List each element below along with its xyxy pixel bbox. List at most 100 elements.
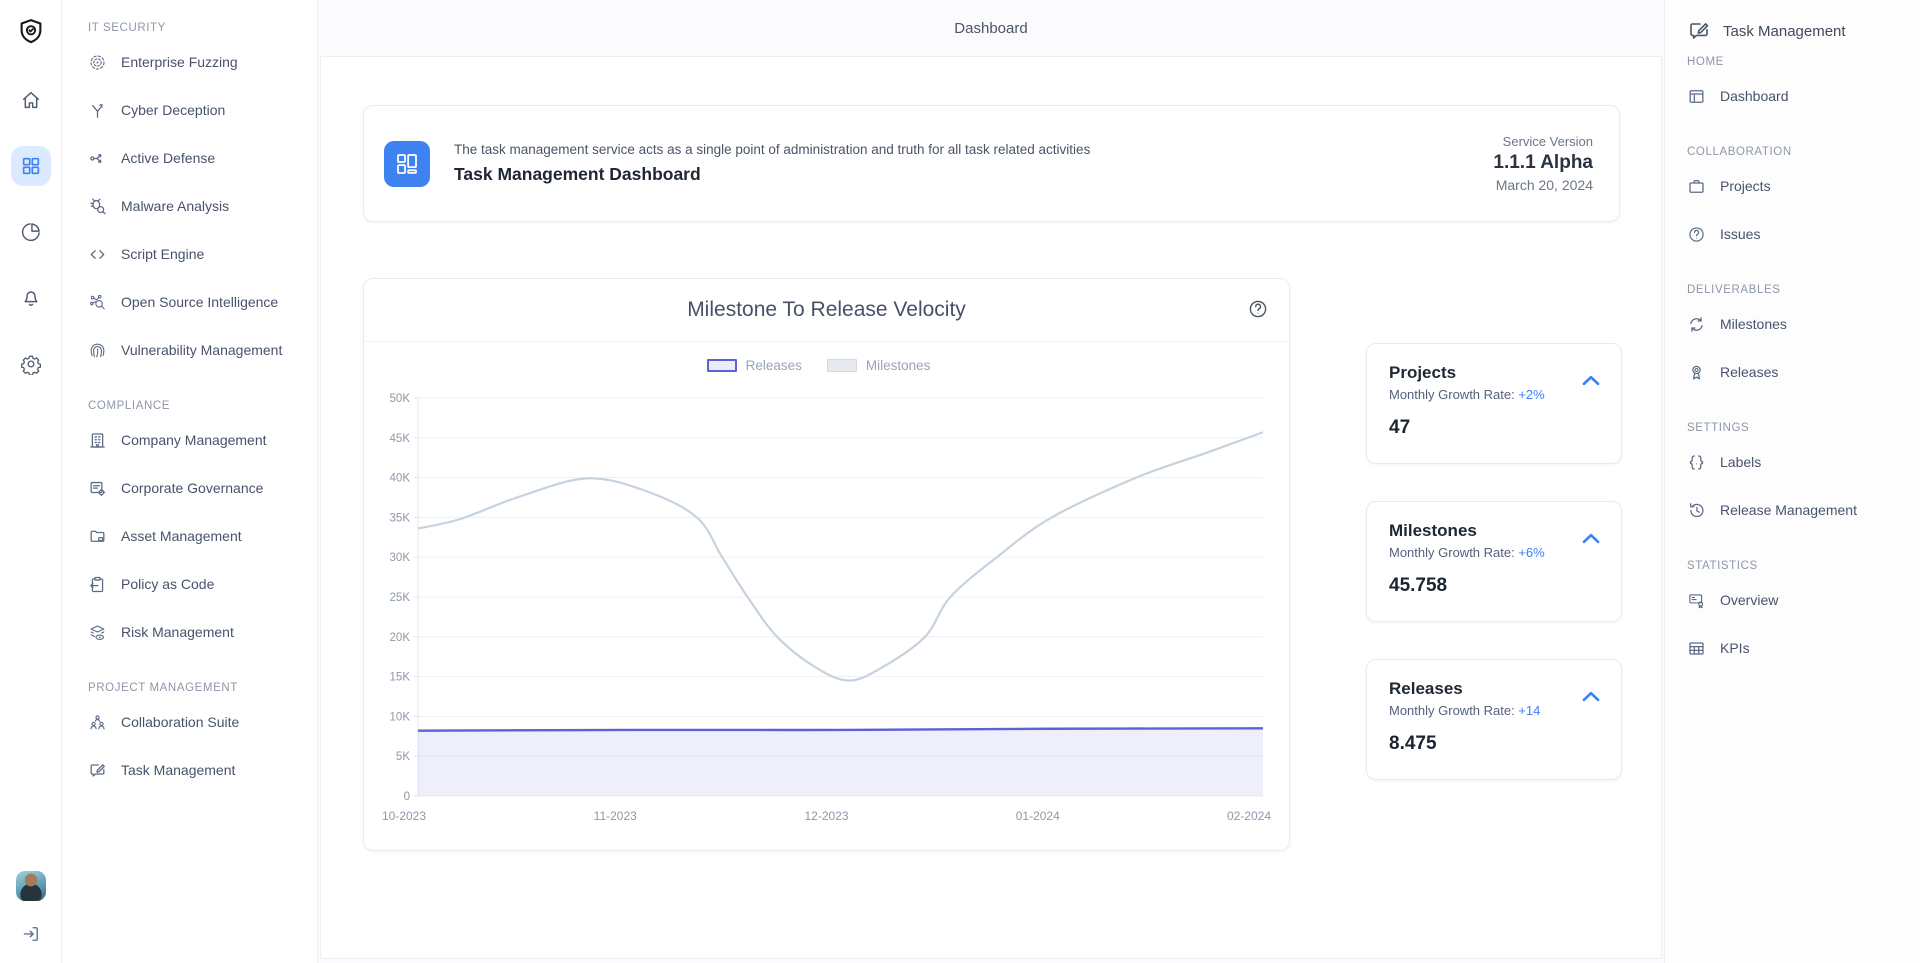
- content-panel: The task management service acts as a si…: [320, 56, 1662, 959]
- service-description: The task management service acts as a si…: [454, 142, 1090, 157]
- y-axis-tick-label: 5K: [396, 751, 410, 763]
- rightbar-section-statistics: STATISTICS: [1687, 560, 1920, 572]
- sidebar-item-label: Asset Management: [121, 528, 242, 544]
- sidebar-item-cyber-deception[interactable]: Cyber Deception: [88, 86, 317, 134]
- header-card: The task management service acts as a si…: [363, 105, 1620, 222]
- gear-icon: [20, 353, 42, 375]
- help-circle-icon[interactable]: [1247, 298, 1269, 320]
- y-axis-tick-label: 50K: [390, 393, 411, 405]
- sidebar-item-company-management[interactable]: Company Management: [88, 416, 317, 464]
- sidebar-item-malware-analysis[interactable]: Malware Analysis: [88, 182, 317, 230]
- legend-releases[interactable]: Releases: [707, 358, 818, 373]
- sidebar-item-active-defense[interactable]: Active Defense: [88, 134, 317, 182]
- sidebar-item-corporate-governance[interactable]: Corporate Governance: [88, 464, 317, 512]
- table-icon: [1687, 639, 1706, 658]
- rightbar-item-label: Overview: [1720, 592, 1778, 608]
- stat-title: Projects: [1389, 363, 1599, 383]
- sidebar-item-label: Script Engine: [121, 246, 204, 262]
- users-icon: [88, 713, 107, 732]
- chevron-up-icon[interactable]: [1579, 527, 1603, 551]
- chart-legend: Releases Milestones: [364, 342, 1289, 388]
- rightbar-item-issues[interactable]: Issues: [1687, 210, 1920, 258]
- sidebar-item-label: Active Defense: [121, 150, 215, 166]
- stats-column: Projects Monthly Growth Rate: +2% 47 Milest…: [1366, 343, 1622, 817]
- briefcase-icon: [1687, 177, 1706, 196]
- rightbar-section-collaboration: COLLABORATION: [1687, 146, 1920, 158]
- sidebar-item-policy-as-code[interactable]: Policy as Code: [88, 560, 317, 608]
- breadcrumb: Dashboard: [954, 20, 1027, 37]
- service-version-date: March 20, 2024: [1493, 177, 1593, 193]
- rail-reports-button[interactable]: [11, 212, 51, 252]
- sidebar-item-asset-management[interactable]: Asset Management: [88, 512, 317, 560]
- code-icon: [88, 245, 107, 264]
- user-avatar[interactable]: [16, 871, 46, 901]
- rightbar-title: Task Management: [1723, 23, 1846, 40]
- stat-growth: Monthly Growth Rate: +6%: [1389, 545, 1599, 560]
- rightbar-item-label: KPIs: [1720, 640, 1750, 656]
- stat-growth: Monthly Growth Rate: +2%: [1389, 387, 1599, 402]
- legend-milestones[interactable]: Milestones: [827, 358, 947, 373]
- sidebar-item-open-source-intelligence[interactable]: Open Source Intelligence: [88, 278, 317, 326]
- award-icon: [1687, 363, 1706, 382]
- stat-card-milestones: Milestones Monthly Growth Rate: +6% 45.758: [1366, 501, 1622, 622]
- sidebar-item-label: Cyber Deception: [121, 102, 225, 118]
- rightbar-item-dashboard[interactable]: Dashboard: [1687, 72, 1920, 120]
- y-axis-tick-label: 15K: [390, 672, 411, 684]
- service-version-value: 1.1.1 Alpha: [1493, 152, 1593, 174]
- rightbar-item-label: Projects: [1720, 178, 1771, 194]
- rightbar-item-overview[interactable]: Overview: [1687, 576, 1920, 624]
- logout-icon[interactable]: [14, 917, 48, 951]
- rightbar-item-label: Releases: [1720, 364, 1778, 380]
- refresh-icon: [1687, 315, 1706, 334]
- rightbar-item-projects[interactable]: Projects: [1687, 162, 1920, 210]
- sidebar-item-task-management[interactable]: Task Management: [88, 746, 317, 794]
- y-axis-tick-label: 10K: [390, 711, 411, 723]
- network-search-icon: [88, 293, 107, 312]
- rightbar-item-labels[interactable]: Labels: [1687, 438, 1920, 486]
- rightbar-item-kpis[interactable]: KPIs: [1687, 624, 1920, 672]
- y-axis-tick-label: 30K: [390, 552, 411, 564]
- sidebar-item-script-engine[interactable]: Script Engine: [88, 230, 317, 278]
- sidebar-section-project-management: PROJECT MANAGEMENT: [88, 682, 317, 694]
- rail-settings-button[interactable]: [11, 344, 51, 384]
- layers-eye-icon: [88, 623, 107, 642]
- sidebar-item-label: Enterprise Fuzzing: [121, 54, 238, 70]
- sidebar-item-enterprise-fuzzing[interactable]: Enterprise Fuzzing: [88, 38, 317, 86]
- rightbar-section-deliverables: DELIVERABLES: [1687, 284, 1920, 296]
- rail-home-button[interactable]: [11, 80, 51, 120]
- chevron-up-icon[interactable]: [1579, 369, 1603, 393]
- legend-label: Releases: [746, 358, 802, 373]
- chevron-up-icon[interactable]: [1579, 685, 1603, 709]
- app-root: IT SECURITYEnterprise FuzzingCyber Decep…: [0, 0, 1920, 963]
- clipboard-arrow-icon: [88, 575, 107, 594]
- milestones-line: [418, 432, 1263, 680]
- y-axis-tick-label: 25K: [390, 592, 411, 604]
- bell-icon: [20, 287, 42, 309]
- history-icon: [1687, 501, 1706, 520]
- rightbar-item-label: Labels: [1720, 454, 1761, 470]
- sidebar-item-vulnerability-management[interactable]: Vulnerability Management: [88, 326, 317, 374]
- x-axis-tick-label: 12-2023: [804, 809, 848, 823]
- rightbar-item-milestones[interactable]: Milestones: [1687, 300, 1920, 348]
- sidebar-item-label: Collaboration Suite: [121, 714, 239, 730]
- rightbar-item-label: Release Management: [1720, 502, 1857, 518]
- rail-notifications-button[interactable]: [11, 278, 51, 318]
- rail-apps-button[interactable]: [11, 146, 51, 186]
- window-icon: [1687, 87, 1706, 106]
- y-axis-tick-label: 40K: [390, 473, 411, 485]
- rightbar-section-home: HOME: [1687, 56, 1920, 68]
- rightbar-item-release-management[interactable]: Release Management: [1687, 486, 1920, 534]
- sidebar-item-collaboration-suite[interactable]: Collaboration Suite: [88, 698, 317, 746]
- stat-value: 45.758: [1389, 575, 1599, 597]
- building-icon: [88, 431, 107, 450]
- bug-search-icon: [88, 197, 107, 216]
- left-sidebar: IT SECURITYEnterprise FuzzingCyber Decep…: [62, 0, 318, 963]
- x-axis-tick-label: 02-2024: [1227, 809, 1271, 823]
- target-icon: [88, 53, 107, 72]
- sidebar-item-risk-management[interactable]: Risk Management: [88, 608, 317, 656]
- rightbar-section-settings: SETTINGS: [1687, 422, 1920, 434]
- rightbar-item-releases[interactable]: Releases: [1687, 348, 1920, 396]
- sidebar-item-label: Open Source Intelligence: [121, 294, 278, 310]
- stat-value: 47: [1389, 417, 1599, 439]
- stat-title: Milestones: [1389, 521, 1599, 541]
